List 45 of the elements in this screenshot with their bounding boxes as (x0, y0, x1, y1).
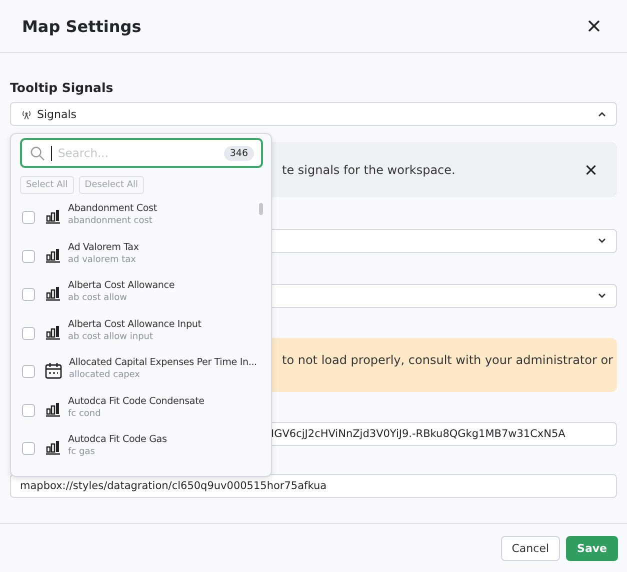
checkbox[interactable] (22, 326, 35, 340)
style-field[interactable]: mapbox://styles/datagration/cl650q9uv000515hor75afkua (10, 474, 617, 498)
signals-select[interactable]: Signals (10, 102, 617, 126)
search-input[interactable]: Search... (58, 146, 218, 160)
cancel-button[interactable]: Cancel (500, 536, 560, 560)
checkbox[interactable] (22, 365, 35, 378)
signal-alias: abandonment cost (68, 216, 154, 226)
signal-alias: ad valorem tax (68, 254, 137, 264)
search-icon (30, 146, 45, 160)
antenna-icon (21, 108, 32, 120)
signal-name[interactable]: Autodca Fit Code Condensate (68, 396, 204, 406)
close-icon (587, 19, 601, 33)
signal-alias: fc gas (68, 447, 96, 457)
alert-text: te signals for the workspace. (282, 162, 456, 176)
chevron-icon (598, 293, 606, 299)
dialog-title: Map Settings (22, 16, 142, 36)
bar-chart-icon (45, 285, 61, 301)
checkbox[interactable] (22, 442, 35, 455)
chevron-icon (598, 238, 606, 244)
scrollbar[interactable] (259, 203, 263, 215)
signal-alias: ab cost allow (68, 293, 128, 303)
signal-alias: fc cond (68, 408, 102, 418)
bar-chart-icon (45, 246, 61, 262)
bar-chart-icon (45, 208, 61, 224)
bar-chart-icon (45, 324, 61, 340)
checkbox[interactable] (22, 288, 35, 301)
signal-alias: ab cost allow input (68, 332, 154, 342)
signal-name[interactable]: Ad Valorem Tax (68, 242, 139, 252)
calendar-icon (45, 362, 62, 379)
bar-chart-icon (45, 400, 61, 416)
bar-chart-icon (45, 439, 61, 455)
alert-text: to not load properly, consult with your administrator or (282, 353, 613, 367)
signal-name[interactable]: Alberta Cost Allowance (68, 280, 175, 291)
signal-alias: allocated capex (69, 370, 142, 380)
search-field[interactable]: Search... 346 (20, 138, 263, 168)
checkbox[interactable] (22, 404, 35, 416)
signal-name[interactable]: Abandonment Cost (68, 203, 157, 214)
checkbox[interactable] (22, 250, 35, 262)
checkbox[interactable] (22, 211, 35, 224)
signal-name[interactable]: Alberta Cost Allowance Input (68, 318, 202, 330)
chevron-icon (598, 111, 606, 117)
signal-name[interactable]: Allocated Capital Expenses Per Time In... (69, 357, 257, 368)
signal-name[interactable]: Autodca Fit Code Gas (68, 434, 167, 445)
section-label: Tooltip Signals (10, 80, 114, 95)
count-badge: 346 (224, 146, 254, 160)
